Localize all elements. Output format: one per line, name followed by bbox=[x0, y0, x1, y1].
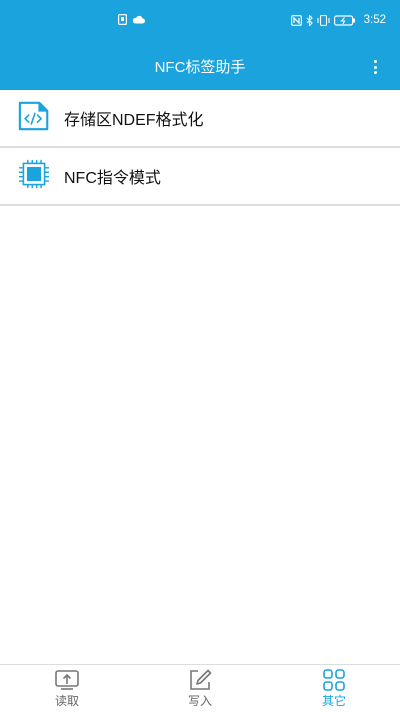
list-item-label: NFC指令模式 bbox=[64, 170, 161, 187]
nfc-icon bbox=[290, 14, 302, 26]
status-left-icons bbox=[118, 14, 145, 25]
tab-label: 写入 bbox=[187, 694, 212, 708]
list-item-ndef-format[interactable]: 存储区NDEF格式化 bbox=[0, 90, 400, 148]
grid-icon bbox=[323, 669, 345, 691]
battery-icon bbox=[333, 14, 355, 26]
more-vert-icon[interactable] bbox=[368, 56, 382, 78]
tab-label: 读取 bbox=[54, 694, 79, 708]
function-list: 存储区NDEF格式化 NFC指令模式 bbox=[0, 90, 400, 206]
status-right-icons: 3:52 bbox=[290, 14, 386, 26]
code-file-icon bbox=[18, 101, 49, 131]
chip-icon bbox=[19, 159, 49, 189]
read-icon bbox=[55, 670, 79, 690]
app-bar: NFC标签助手 bbox=[0, 44, 400, 90]
list-item-label: 存储区NDEF格式化 bbox=[64, 112, 204, 129]
tab-label: 其它 bbox=[321, 694, 346, 708]
write-icon bbox=[190, 669, 212, 690]
tab-write[interactable]: 写入 bbox=[160, 667, 240, 711]
tab-other[interactable]: 其它 bbox=[294, 667, 374, 711]
bottom-tab-bar: 读取 写入 其它 bbox=[0, 664, 400, 712]
notification-icon bbox=[118, 14, 127, 25]
tab-read[interactable]: 读取 bbox=[27, 667, 107, 711]
bluetooth-icon bbox=[306, 14, 313, 26]
vibrate-icon bbox=[317, 14, 330, 26]
page-title: NFC标签助手 bbox=[154, 59, 246, 76]
status-bar: 3:52 bbox=[0, 0, 400, 44]
list-item-nfc-command[interactable]: NFC指令模式 bbox=[0, 148, 400, 206]
status-time: 3:52 bbox=[363, 14, 386, 26]
cloud-icon bbox=[132, 15, 145, 24]
